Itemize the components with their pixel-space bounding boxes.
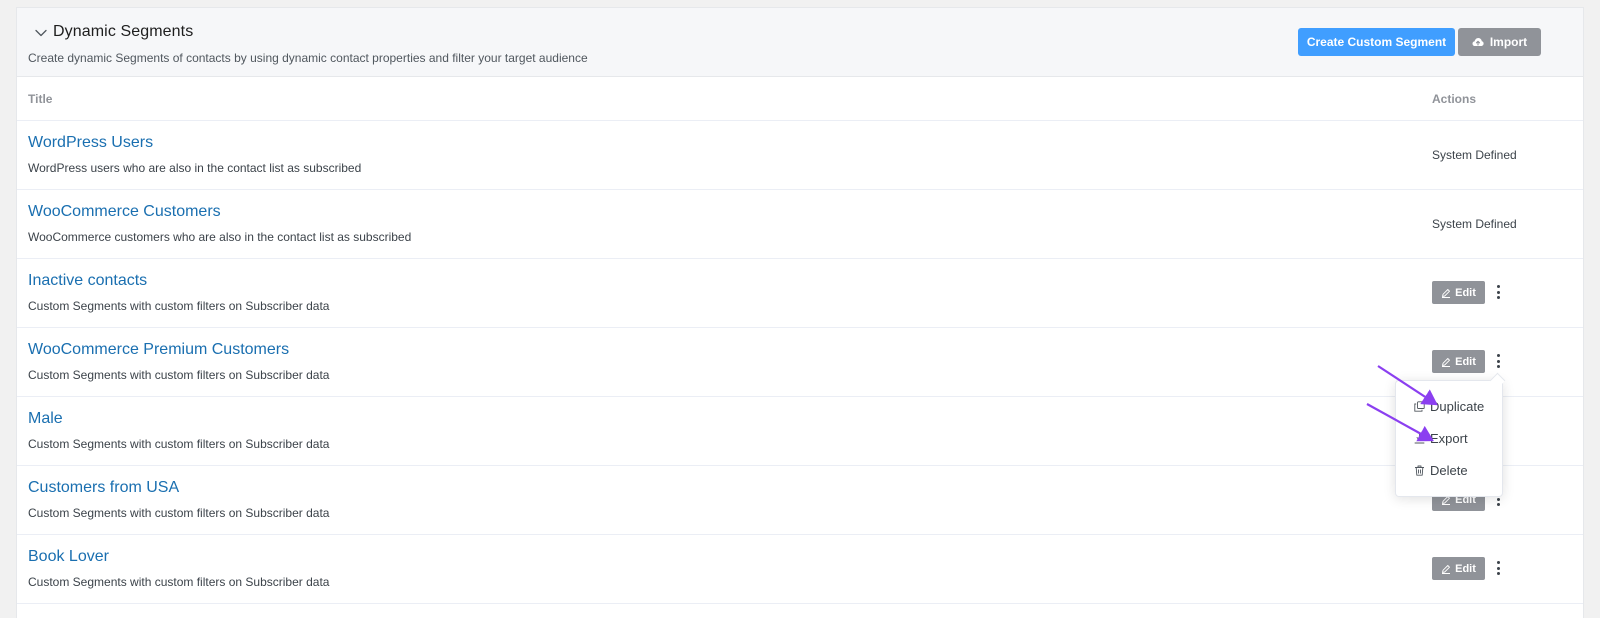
segment-title-link[interactable]: Book Lover — [28, 548, 109, 566]
system-defined-label: System Defined — [1432, 217, 1517, 231]
copy-icon — [1414, 400, 1425, 412]
import-button[interactable]: Import — [1458, 28, 1541, 56]
edit-button[interactable]: Edit — [1432, 350, 1485, 373]
table-row: WooCommerce Customers WooCommerce custom… — [17, 190, 1583, 259]
page-title: Dynamic Segments — [53, 23, 194, 40]
dropdown-item-label: Duplicate — [1430, 398, 1485, 414]
edit-button-label: Edit — [1455, 355, 1476, 368]
edit-button[interactable]: Edit — [1432, 281, 1485, 304]
more-actions-kebab-icon[interactable] — [1493, 353, 1503, 369]
column-header-title: Title — [28, 92, 53, 106]
segment-description: Custom Segments with custom filters on S… — [28, 299, 330, 313]
edit-button-label: Edit — [1455, 562, 1476, 575]
segment-title-link[interactable]: Male — [28, 410, 63, 428]
table-row: Inactive contacts Custom Segments with c… — [17, 259, 1583, 328]
table-row: Customers from USA Custom Segments with … — [17, 466, 1583, 535]
import-button-label: Import — [1489, 35, 1528, 49]
dynamic-segments-panel: Dynamic Segments Create dynamic Segments… — [16, 7, 1584, 618]
dropdown-item-delete[interactable]: Delete — [1396, 454, 1502, 486]
panel-header: Dynamic Segments Create dynamic Segments… — [17, 8, 1583, 77]
table-row: Male Custom Segments with custom filters… — [17, 397, 1583, 466]
download-icon — [1414, 433, 1425, 443]
segment-title-link[interactable]: WooCommerce Customers — [28, 203, 221, 221]
edit-button-label: Edit — [1455, 286, 1476, 299]
segment-description: Custom Segments with custom filters on S… — [28, 575, 330, 589]
pencil-icon — [1442, 357, 1451, 367]
more-actions-kebab-icon[interactable] — [1493, 560, 1503, 576]
segment-title-link[interactable]: Inactive contacts — [28, 272, 147, 290]
pencil-icon — [1442, 288, 1451, 298]
cloud-upload-icon — [1472, 38, 1484, 46]
page-subtitle: Create dynamic Segments of contacts by u… — [28, 51, 588, 65]
table-header: Title Actions — [17, 77, 1583, 121]
row-actions-dropdown: Duplicate Export Delete — [1395, 380, 1503, 497]
table-row: Book Lover Custom Segments with custom f… — [17, 535, 1583, 604]
create-custom-segment-button[interactable]: Create Custom Segment — [1298, 28, 1455, 56]
segment-title-link[interactable]: WordPress Users — [28, 134, 153, 152]
segment-description: Custom Segments with custom filters on S… — [28, 506, 330, 520]
chevron-down-icon[interactable] — [34, 26, 48, 40]
trash-icon — [1415, 465, 1424, 476]
segment-description: Custom Segments with custom filters on S… — [28, 437, 330, 451]
edit-button[interactable]: Edit — [1432, 557, 1485, 580]
segment-title-link[interactable]: WooCommerce Premium Customers — [28, 341, 289, 359]
segment-title-link[interactable]: Customers from USA — [28, 479, 179, 497]
segment-description: Custom Segments with custom filters on S… — [28, 368, 330, 382]
table-row: WordPress Users WordPress users who are … — [17, 121, 1583, 190]
segment-description: WordPress users who are also in the cont… — [28, 161, 362, 175]
dropdown-item-duplicate[interactable]: Duplicate — [1396, 390, 1502, 422]
dropdown-item-label: Export — [1430, 430, 1468, 446]
table-row: WooCommerce Premium Customers Custom Seg… — [17, 328, 1583, 397]
column-header-actions: Actions — [1432, 92, 1477, 106]
more-actions-kebab-icon[interactable] — [1493, 284, 1503, 300]
system-defined-label: System Defined — [1432, 148, 1517, 162]
dropdown-item-export[interactable]: Export — [1396, 422, 1502, 454]
dropdown-item-label: Delete — [1430, 462, 1468, 478]
pencil-icon — [1442, 564, 1451, 574]
segment-description: WooCommerce customers who are also in th… — [28, 230, 412, 244]
